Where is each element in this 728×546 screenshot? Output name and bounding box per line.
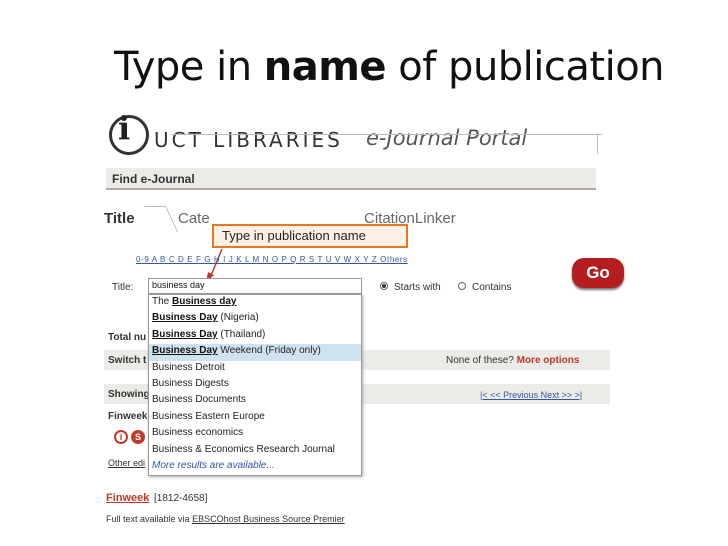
slide-title: Type in name of publication xyxy=(114,44,665,90)
go-button[interactable]: Go xyxy=(572,258,624,288)
finweek-issn: [1812-4658] xyxy=(154,493,208,504)
portal-title: e-Journal Portal xyxy=(366,126,528,150)
dropdown-item[interactable]: Business & Economics Research Journal xyxy=(149,443,361,459)
dropdown-item-text: Business Eastern Europe xyxy=(152,410,265,422)
other-editions-link[interactable]: Other edi xyxy=(108,458,145,468)
tab-divider xyxy=(172,134,602,135)
dropdown-item-text: Business Documents xyxy=(152,394,246,406)
tab-divider-right xyxy=(597,134,598,154)
info-icon[interactable]: i xyxy=(114,430,128,444)
dropdown-item[interactable]: Business Documents xyxy=(149,393,361,409)
starts-with-radio[interactable] xyxy=(380,282,388,290)
tab-category[interactable]: Cate xyxy=(178,210,210,227)
title-search-input[interactable]: business day xyxy=(148,278,362,294)
dropdown-item-suffix: Weekend (Friday only) xyxy=(217,345,321,357)
total-label: Total nu xyxy=(108,332,147,343)
dropdown-item-match: Business Day xyxy=(152,345,218,357)
slide-title-before: Type in xyxy=(114,44,252,90)
finweek-link[interactable]: Finweek xyxy=(106,492,149,504)
title-label: Title: xyxy=(112,282,134,293)
fulltext-prefix: Full text available via xyxy=(106,514,190,524)
none-of-these-text: None of these? More options xyxy=(446,355,579,366)
dropdown-item-suffix: (Nigeria) xyxy=(217,312,259,324)
dropdown-item[interactable]: Business economics xyxy=(149,426,361,442)
dropdown-item-match: Business day xyxy=(172,296,237,307)
slide-title-bold: name xyxy=(263,44,387,90)
contains-radio[interactable] xyxy=(458,282,466,290)
showing-label: Showing xyxy=(108,389,150,400)
dropdown-item[interactable]: Business Day Weekend (Friday only) xyxy=(149,344,361,361)
dropdown-item[interactable]: Business Digests xyxy=(149,377,361,393)
tab-edge xyxy=(143,206,179,232)
portal-screenshot: i UCT LIBRARIES e-Journal Portal Find e-… xyxy=(104,108,624,538)
dropdown-item-match: Business Day xyxy=(152,312,218,324)
none-of-these-label: None of these? xyxy=(446,355,514,366)
dropdown-item-match: Business Day xyxy=(152,328,218,340)
find-ejournal-bar: Find e-Journal xyxy=(106,168,596,190)
pagination[interactable]: |< << Previous Next >> >| xyxy=(480,390,582,400)
tab-title[interactable]: Title xyxy=(104,210,135,227)
more-options-link[interactable]: More options xyxy=(517,355,580,366)
slide-title-after: of publication xyxy=(398,44,665,90)
dropdown-item-text: Business Detroit xyxy=(152,361,225,373)
fulltext-availability: Full text available via EBSCOhost Busine… xyxy=(106,514,345,524)
dropdown-item-text: The xyxy=(152,296,173,307)
dropdown-item-text: Business & Economics Research Journal xyxy=(152,443,335,455)
dropdown-item[interactable]: The Business day xyxy=(149,295,361,311)
dropdown-item[interactable]: Business Eastern Europe xyxy=(149,410,361,426)
starts-with-label: Starts with xyxy=(394,282,441,293)
finweek-result-label: Finweek xyxy=(108,411,148,422)
dropdown-item[interactable]: Business Day (Thailand) xyxy=(149,328,361,344)
library-name: UCT LIBRARIES xyxy=(154,128,343,152)
sfx-icon[interactable]: S xyxy=(131,430,145,444)
logo-letter: i xyxy=(118,109,131,147)
find-ejournal-label: Find e-Journal xyxy=(112,172,195,186)
autocomplete-dropdown: The Business day Business Day (Nigeria) Bu… xyxy=(148,294,362,476)
more-results-link[interactable]: More results are available... xyxy=(149,459,361,475)
dropdown-item-text: Business Digests xyxy=(152,377,229,389)
dropdown-item-suffix: (Thailand) xyxy=(217,328,266,340)
dropdown-item-text: Business economics xyxy=(152,427,244,439)
instruction-callout: Type in publication name xyxy=(212,224,408,248)
fulltext-source-link[interactable]: EBSCOhost Business Source Premier xyxy=(192,514,345,524)
contains-label: Contains xyxy=(472,282,512,293)
dropdown-item[interactable]: Business Detroit xyxy=(149,361,361,377)
alphabet-index[interactable]: 0-9 A B C D E F G H I J K L M N O P Q R … xyxy=(136,255,408,264)
switch-label: Switch t xyxy=(108,355,147,366)
dropdown-item[interactable]: Business Day (Nigeria) xyxy=(149,311,361,327)
